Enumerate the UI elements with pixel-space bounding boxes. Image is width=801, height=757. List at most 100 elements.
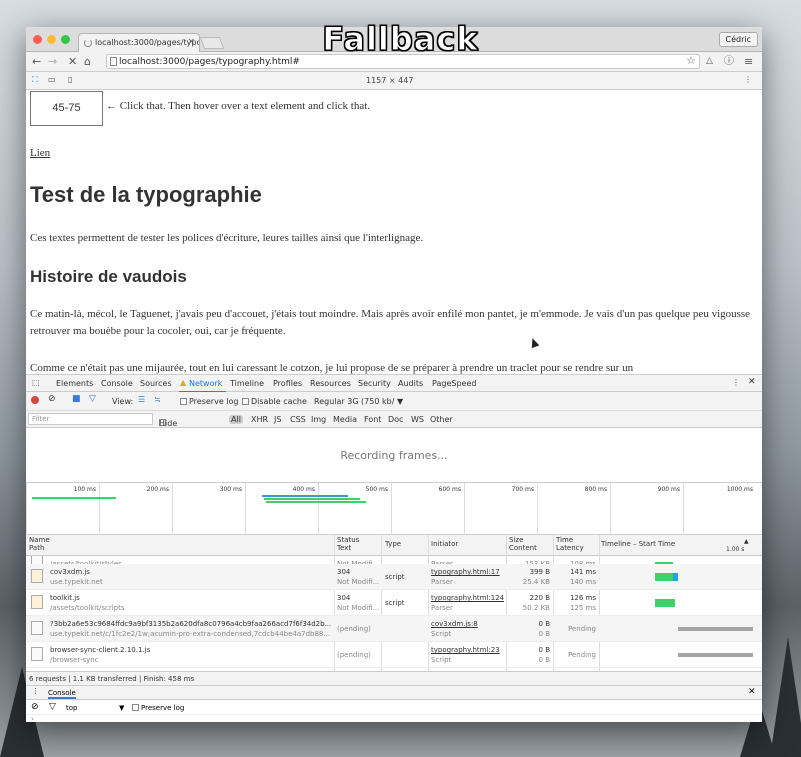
time: Pending	[568, 625, 596, 633]
col-size[interactable]: Size Content	[509, 536, 537, 552]
clear-console-icon[interactable]: ⊘	[31, 702, 39, 712]
filter-css[interactable]: CSS	[290, 415, 306, 424]
initiator-link[interactable]: cov3xdm.js:8	[431, 619, 478, 629]
disable-cache-checkbox[interactable]: Disable cache	[242, 397, 307, 406]
context-select[interactable]: top ▼	[66, 704, 124, 712]
page-link[interactable]: Lien	[30, 147, 50, 159]
initiator-link[interactable]: typography.html:23	[431, 645, 500, 655]
col-timeline[interactable]: Timeline – Start Time	[601, 540, 675, 548]
content-size: 50.2 KB	[522, 604, 550, 612]
sort-arrow-icon[interactable]: ▲	[744, 538, 749, 546]
camera-icon[interactable]: ■	[72, 394, 81, 404]
latency: 140 ms	[569, 578, 596, 586]
more-options-icon[interactable]: ⋮	[744, 75, 752, 84]
request-name: browser-sync-client.2.10.1.js	[50, 646, 151, 654]
tab-pagespeed[interactable]: PageSpeed	[432, 379, 476, 388]
resource-type: script	[385, 599, 405, 607]
resource-type: script	[385, 573, 405, 581]
tab-security[interactable]: Security	[358, 379, 391, 388]
tab-timeline[interactable]: Timeline	[230, 379, 264, 388]
overview-tick: 900 ms	[610, 483, 683, 535]
intro-paragraph: Ces textes permettent de tester les poli…	[30, 232, 424, 244]
network-overview[interactable]: 100 ms 200 ms 300 ms 400 ms 500 ms 600 m…	[26, 482, 762, 535]
page-viewport: 45-75 ← Click that. Then hover over a te…	[26, 90, 762, 374]
filter-font[interactable]: Font	[364, 415, 381, 424]
console-tab[interactable]: Console	[48, 689, 76, 699]
table-row[interactable]: ?3bb2a6e53c9684ffdc9a9bf3135b2a620dfa8c0…	[26, 616, 762, 642]
tab-console[interactable]: Console	[101, 379, 133, 388]
request-path: /assets/toolkit/scripts	[50, 604, 125, 612]
table-row[interactable]: cov3xdm.js use.typekit.net 304 Not Modif…	[26, 564, 762, 590]
filter-input[interactable]: Filter	[28, 413, 153, 425]
overview-tick: 700 ms	[464, 483, 537, 535]
inspect-icon[interactable]: ⬚	[32, 378, 40, 387]
initiator-type: Parser	[431, 604, 453, 612]
large-rows-icon[interactable]: ☰	[138, 395, 145, 404]
content-size: 0 B	[538, 656, 550, 664]
filter-ws[interactable]: WS	[411, 415, 424, 424]
content-size: 0 B	[538, 630, 550, 638]
overview-tick: 100 ms	[26, 483, 99, 535]
status-text: Not Modifi...	[337, 604, 380, 612]
time: 126 ms	[569, 594, 596, 602]
document-icon	[31, 621, 43, 635]
initiator-link[interactable]: typography.html:17	[431, 567, 500, 577]
initiator-link[interactable]: typography.html:124	[431, 593, 504, 603]
table-row[interactable]: browser-sync-client.2.10.1.js /browser-s…	[26, 642, 762, 668]
col-initiator[interactable]: Initiator	[431, 540, 458, 548]
devtools-menu-icon[interactable]: ⋮	[732, 378, 740, 387]
filter-media[interactable]: Media	[333, 415, 357, 424]
overview-tick: 600 ms	[391, 483, 464, 535]
status-code: 304	[337, 568, 351, 576]
filter-doc[interactable]: Doc	[388, 415, 403, 424]
console-tabbar: ⋮ Console ✕	[26, 686, 762, 700]
content-size: 25.4 KB	[522, 578, 550, 586]
waterfall-bar	[678, 653, 753, 657]
tab-network[interactable]: Network	[178, 379, 227, 393]
throttle-select[interactable]: Regular 3G (750 kb/ ▼	[314, 397, 403, 406]
record-icon[interactable]	[31, 396, 39, 404]
clear-icon[interactable]: ⊘	[48, 394, 56, 404]
waterfall-bar	[673, 573, 678, 581]
phone-icon[interactable]: ▯	[68, 75, 72, 84]
filter-icon[interactable]: ▽	[49, 702, 56, 712]
col-type[interactable]: Type	[385, 540, 401, 548]
transfer-size: 0 B	[538, 646, 550, 654]
filter-icon[interactable]: ▽	[89, 394, 96, 404]
tab-elements[interactable]: Elements	[56, 379, 93, 388]
tab-sources[interactable]: Sources	[140, 379, 172, 388]
devtools-tabbar: ⬚ Elements Console Sources ▲ Network Tim…	[26, 374, 762, 393]
script-file-icon	[31, 595, 43, 609]
col-time[interactable]: Time Latency	[556, 536, 584, 552]
waterfall-bar	[655, 599, 675, 607]
initiator-type: Script	[431, 656, 452, 664]
fit-icon[interactable]: ⛶	[32, 75, 38, 85]
table-row[interactable]: toolkit.js /assets/toolkit/scripts 304 N…	[26, 590, 762, 616]
close-drawer-icon[interactable]: ✕	[748, 687, 756, 697]
overview-bar	[266, 501, 366, 503]
tab-profiles[interactable]: Profiles	[273, 379, 302, 388]
device-mode-icon[interactable]: ▭	[48, 75, 56, 84]
col-name[interactable]: Name Path	[29, 536, 50, 552]
filter-xhr[interactable]: XHR	[251, 415, 268, 424]
filter-bar: Filter Hide data URLs All XHR JS CSS Img…	[26, 411, 762, 446]
tab-audits[interactable]: Audits	[398, 379, 423, 388]
console-prompt-icon[interactable]: ›	[31, 715, 34, 722]
page-icon	[110, 57, 117, 66]
tab-resources[interactable]: Resources	[310, 379, 351, 388]
drawer-menu-icon[interactable]: ⋮	[32, 687, 39, 695]
overview-bar	[32, 497, 116, 499]
console-preserve-log[interactable]: Preserve log	[132, 704, 184, 712]
measure-toggle-button[interactable]: 45-75	[30, 91, 103, 126]
preserve-log-checkbox[interactable]: Preserve log	[180, 397, 239, 406]
address-text: localhost:3000/pages/typography.html#	[119, 57, 300, 67]
col-status[interactable]: Status Text	[337, 536, 359, 552]
filter-img[interactable]: Img	[311, 415, 326, 424]
close-devtools-icon[interactable]: ✕	[748, 377, 756, 387]
filter-other[interactable]: Other	[430, 415, 453, 424]
filter-all[interactable]: All	[229, 415, 243, 424]
filter-js[interactable]: JS	[274, 415, 281, 424]
transfer-size: 399 B	[529, 568, 550, 576]
waterfall-view-icon[interactable]: ≒	[154, 395, 161, 404]
waterfall-bar	[678, 627, 753, 631]
